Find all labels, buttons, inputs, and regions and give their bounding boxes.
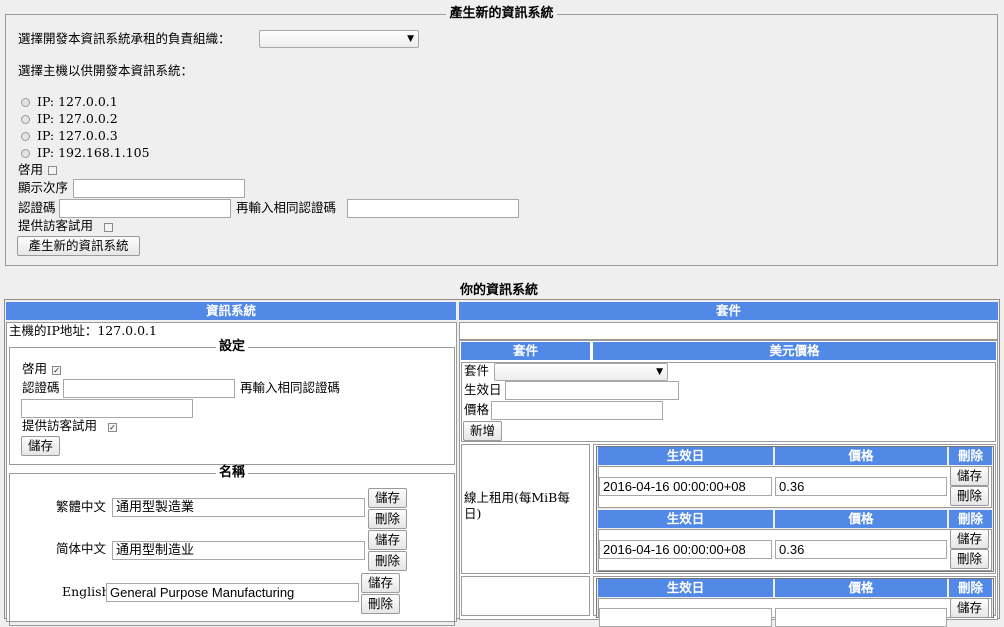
host-radio-4[interactable] (21, 149, 30, 158)
price-col-price: 價格 (775, 447, 947, 465)
host-option-3: IP: 127.0.0.3 (37, 128, 118, 143)
price-save-button[interactable]: 儲存 (950, 598, 989, 618)
org-select-label: 選擇開發本資訊系統承租的負責組織： (18, 31, 231, 46)
settings-title: 設定 (218, 339, 245, 354)
settings-password-confirm-label: 再輸入相同認證碼 (240, 380, 341, 395)
password-input[interactable] (59, 199, 231, 218)
price-col-effective: 生效日 (598, 447, 773, 465)
settings-password-label: 認證碼 (22, 380, 60, 395)
settings-guest-trial-checkbox[interactable]: ✓ (108, 423, 117, 432)
name-delete-button-zh-hans[interactable]: 刪除 (368, 551, 407, 571)
names-title: 名稱 (218, 465, 245, 480)
password-confirm-input[interactable] (347, 199, 519, 218)
name-save-button-zh-hant[interactable]: 儲存 (368, 488, 407, 508)
price-save-button[interactable]: 儲存 (950, 529, 989, 549)
rent-label-cell-2 (461, 576, 590, 616)
host-ip-text: 主機的IP地址：127.0.0.1 (9, 323, 157, 338)
price-col-effective: 生效日 (598, 579, 773, 597)
name-delete-button-zh-hant[interactable]: 刪除 (368, 509, 407, 529)
effective-date-input[interactable] (505, 381, 679, 400)
price-save-button[interactable]: 儲存 (950, 466, 989, 486)
host-select-label: 選擇主機以供開發本資訊系統： (18, 63, 194, 78)
price-effective-input[interactable]: 2016-04-16 00:00:00+08 (599, 477, 772, 496)
price-effective-input[interactable]: 2016-04-16 00:00:00+08 (599, 540, 772, 559)
org-select[interactable]: ▼ (259, 30, 419, 48)
settings-password-input[interactable] (63, 379, 235, 398)
your-systems-title: 你的資訊系統 (460, 283, 539, 298)
host-radio-3[interactable] (21, 132, 30, 141)
col-header-packages: 套件 (459, 302, 998, 320)
name-save-button-zh-hans[interactable]: 儲存 (368, 530, 407, 550)
chevron-down-icon: ▼ (407, 34, 414, 44)
name-delete-button-en[interactable]: 刪除 (361, 594, 400, 614)
package-label: 套件 (464, 363, 490, 378)
add-price-button[interactable]: 新增 (463, 421, 502, 441)
price-effective-input[interactable] (599, 608, 772, 627)
pkg-header-price: 美元價格 (593, 342, 996, 360)
price-col-delete: 刪除 (949, 447, 992, 465)
settings-password-confirm-input[interactable] (21, 399, 193, 418)
enable-label: 啓用 (18, 162, 44, 177)
settings-enable-label: 啓用 (22, 361, 48, 376)
guest-trial-label: 提供訪客試用 (18, 218, 94, 233)
price-value-input[interactable]: 0.36 (775, 540, 947, 559)
host-radio-2[interactable] (21, 115, 30, 124)
chevron-down-icon: ▼ (656, 367, 663, 377)
name-save-button-en[interactable]: 儲存 (361, 573, 400, 593)
name-input-en[interactable]: General Purpose Manufacturing (106, 583, 359, 602)
price-delete-button[interactable]: 刪除 (950, 549, 989, 569)
pkg-header-package: 套件 (461, 342, 590, 360)
display-order-input[interactable] (73, 179, 245, 198)
price-col-price: 價格 (775, 510, 947, 528)
settings-save-button[interactable]: 儲存 (21, 436, 60, 456)
price-label: 價格 (464, 402, 490, 417)
name-input-zh-hans[interactable]: 通用型制造业 (112, 541, 365, 560)
display-order-label: 顯示次序 (18, 180, 69, 195)
packages-top-cell (459, 322, 998, 340)
settings-guest-trial-label: 提供訪客試用 (22, 418, 98, 433)
host-option-4: IP: 192.168.1.105 (37, 145, 150, 160)
host-option-1: IP: 127.0.0.1 (37, 94, 118, 109)
name-lang-zh-hans: 简体中文 (56, 541, 107, 556)
price-delete-button[interactable]: 刪除 (950, 486, 989, 506)
create-system-title: 產生新的資訊系統 (449, 6, 554, 21)
price-col-delete: 刪除 (949, 510, 992, 528)
effective-date-label: 生效日 (464, 382, 502, 397)
password-confirm-label: 再輸入相同認證碼 (236, 200, 337, 215)
host-radio-1[interactable] (21, 98, 30, 107)
guest-trial-checkbox[interactable] (104, 223, 113, 232)
price-value-input[interactable] (775, 608, 947, 627)
online-rent-label: 線上租用(每MiB每日) (464, 490, 570, 521)
col-header-system: 資訊系統 (6, 302, 456, 320)
settings-enable-checkbox[interactable]: ✓ (52, 366, 61, 375)
name-input-zh-hant[interactable]: 通用型製造業 (112, 498, 365, 517)
enable-checkbox[interactable] (48, 166, 57, 175)
price-value-input[interactable]: 0.36 (775, 477, 947, 496)
price-col-effective: 生效日 (598, 510, 773, 528)
package-select[interactable]: ▼ (494, 363, 668, 381)
name-lang-en: English (62, 584, 110, 599)
password-label: 認證碼 (18, 200, 56, 215)
host-option-2: IP: 127.0.0.2 (37, 111, 118, 126)
price-col-price: 價格 (775, 579, 947, 597)
create-system-button[interactable]: 產生新的資訊系統 (17, 236, 140, 256)
name-lang-zh-hant: 繁體中文 (56, 499, 107, 514)
price-input[interactable] (491, 401, 663, 420)
price-col-delete: 刪除 (949, 579, 992, 597)
